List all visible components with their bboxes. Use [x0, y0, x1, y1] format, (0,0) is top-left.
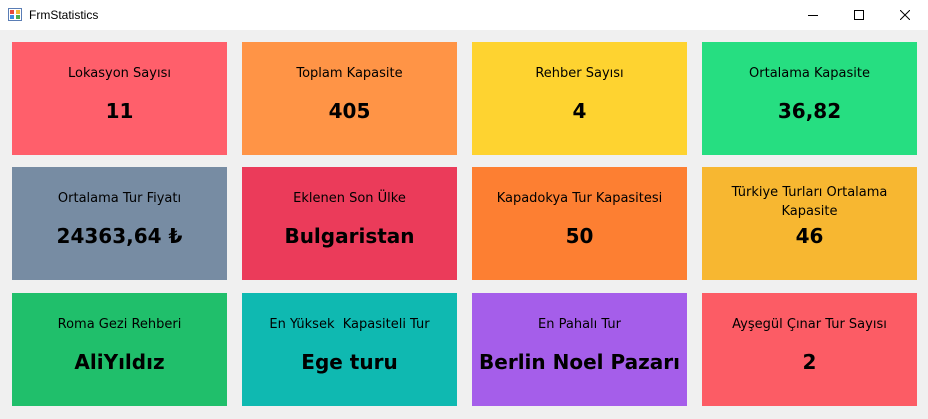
tile-value: 24363,64 ₺	[56, 224, 183, 248]
close-button[interactable]	[882, 0, 928, 30]
tile-value: AliYıldız	[74, 350, 165, 374]
tile-value: Berlin Noel Pazarı	[479, 350, 680, 374]
tile-value: 50	[565, 224, 594, 248]
tile-label: Kapadokya Tur Kapasitesi	[496, 191, 663, 206]
minimize-button[interactable]	[790, 0, 836, 30]
tile-guide-count: Rehber Sayısı 4	[472, 42, 687, 155]
tile-label: Roma Gezi Rehberi	[57, 317, 182, 332]
tile-turkey-tours-average-capacity: Türkiye Turları Ortalama Kapasite 46	[702, 167, 917, 280]
tile-average-tour-price: Ortalama Tur Fiyatı 24363,64 ₺	[12, 167, 227, 280]
minimize-icon	[808, 15, 818, 16]
statistics-panel: Lokasyon Sayısı 11 Toplam Kapasite 405 R…	[0, 30, 928, 419]
tile-label: Ortalama Kapasite	[749, 66, 870, 81]
tile-value: 36,82	[777, 99, 842, 123]
tile-highest-capacity-tour: En Yüksek Kapasiteli Tur Ege turu	[242, 293, 457, 406]
tile-label: En Yüksek Kapasiteli Tur	[269, 317, 430, 332]
tile-label: Ortalama Tur Fiyatı	[57, 191, 182, 206]
tile-location-count: Lokasyon Sayısı 11	[12, 42, 227, 155]
tile-cappadocia-capacity: Kapadokya Tur Kapasitesi 50	[472, 167, 687, 280]
tile-value: Ege turu	[301, 350, 398, 374]
tile-value: Bulgaristan	[284, 224, 415, 248]
close-icon	[900, 10, 910, 20]
window-title: FrmStatistics	[29, 8, 99, 22]
tile-label: Lokasyon Sayısı	[68, 66, 171, 81]
tile-label: Toplam Kapasite	[296, 66, 403, 81]
tile-label: En Pahalı Tur	[538, 317, 621, 332]
tile-value: 405	[328, 99, 371, 123]
tile-label: Türkiye Turları Ortalama Kapasite	[731, 185, 888, 219]
maximize-button[interactable]	[836, 0, 882, 30]
tile-label: Ayşegül Çınar Tur Sayısı	[732, 317, 887, 332]
tile-rome-guide: Roma Gezi Rehberi AliYıldız	[12, 293, 227, 406]
title-bar[interactable]: FrmStatistics	[0, 0, 928, 30]
tile-value: 2	[802, 350, 817, 374]
tile-value: 4	[572, 99, 587, 123]
maximize-icon	[854, 10, 864, 20]
tile-average-capacity: Ortalama Kapasite 36,82	[702, 42, 917, 155]
tile-last-added-country: Eklenen Son Ülke Bulgaristan	[242, 167, 457, 280]
tile-label: Rehber Sayısı	[535, 66, 624, 81]
app-icon	[8, 8, 22, 21]
tile-aysegul-cinar-tour-count: Ayşegül Çınar Tur Sayısı 2	[702, 293, 917, 406]
tile-most-expensive-tour: En Pahalı Tur Berlin Noel Pazarı	[472, 293, 687, 406]
tile-total-capacity: Toplam Kapasite 405	[242, 42, 457, 155]
tile-label: Eklenen Son Ülke	[293, 191, 406, 206]
tile-value: 46	[795, 224, 824, 248]
tile-value: 11	[105, 99, 134, 123]
